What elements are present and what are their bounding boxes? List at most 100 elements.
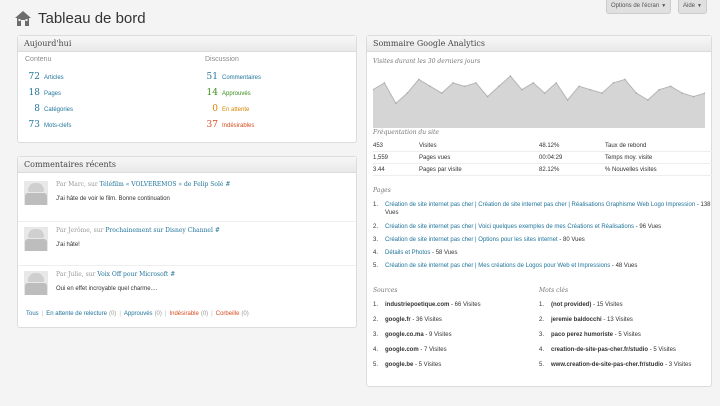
divider: | [211,311,213,317]
comment-permalink[interactable]: # [170,271,175,278]
today-panel-title[interactable]: Aujourd'hui [18,36,356,52]
stat-label: Temps moy. visite [605,155,653,161]
filter-count: (0) [241,311,249,317]
stat-label: Commentaires [222,75,262,81]
keyword-rank: 2. [539,317,545,323]
visits-point [440,92,443,94]
filter-spam[interactable]: Indésirable [169,311,198,317]
chevron-down-icon: ▼ [697,3,702,9]
visits-point [692,95,695,98]
page-views: - 80 Vues [557,237,585,243]
stat-label: % Nouvelles visites [605,167,657,173]
screen-options-button[interactable]: Options de l'écran ▼ [606,0,672,14]
stat-label: Pages vues [419,155,451,161]
filter-count: (0) [108,311,117,317]
visits-point [486,95,489,98]
visits-point [509,75,512,77]
filter-count: (0) [154,311,162,317]
stat-count: 8 [34,104,40,114]
comment-author: Par Marc, sur [56,181,98,188]
filter-approved[interactable]: Approuvés [124,311,153,317]
help-button[interactable]: Aide ▼ [678,0,707,14]
filter-pending[interactable]: En attente de relecture [46,311,107,317]
visits-point [624,78,626,81]
source-rank: 5. [373,362,379,368]
stat-value: 453 [373,143,384,149]
stat-count: 51 [206,72,218,82]
visits-point [406,92,409,94]
avatar [24,227,48,251]
comment-text: J'ai hâte! [56,242,80,248]
recent-comments-title[interactable]: Commentaires récents [18,157,356,173]
filter-count: (0) [200,311,209,317]
visits-point [681,92,683,94]
analytics-panel-title[interactable]: Sommaire Google Analytics [367,36,711,52]
stat-comments[interactable]: 51 Commentaires [200,72,261,82]
source-item: 1. industriepoetique.com - 66 Visites [373,301,481,309]
keyword-rank: 1. [539,302,545,308]
stat-spam[interactable]: 37 Indésirables [200,120,255,130]
filter-all[interactable]: Tous [26,311,39,317]
keyword-name: paco perez humoriste [551,332,614,338]
avatar [24,271,48,295]
source-item: 4. google.com - 7 Visites [373,346,447,354]
stat-articles[interactable]: 72 Articles [22,72,64,82]
stat-count: 0 [212,104,218,114]
visits-point [543,92,546,94]
stat-value: 48.12% [539,143,560,149]
keyword-name: creation-de-site-pas-cher.fr/studio [551,347,649,353]
keyword-visits: - 5 Visites [613,332,641,338]
title-bar: Tableau de bord Options de l'écran ▼ Aide… [0,0,720,34]
stats-row: 453 Visites 48.12% Taux de rebond [373,140,713,152]
visits-point [383,82,386,84]
source-name: google.co.ma [385,332,424,338]
stat-count: 72 [28,72,40,82]
page-link[interactable]: Création de site internet pas cher | Opt… [385,237,558,243]
stat-tags[interactable]: 73 Mots-clefs [22,120,72,130]
comment-post-link[interactable]: Prochainement sur Disney Channel [105,227,213,234]
stat-label: Articles [44,75,64,81]
page-link[interactable]: Détails et Photos [385,250,430,256]
keyword-visits: - 3 Visites [663,362,692,368]
divider [18,221,356,222]
comment-permalink[interactable]: # [215,227,220,234]
comment-item: Par Marc, sur Téléfilm « VOLVEREMOS » de… [18,177,356,217]
comment-permalink[interactable]: # [225,181,230,188]
analytics-panel: Sommaire Google Analytics Visites durant… [366,35,713,387]
comment-text: Oui en effet incroyable quel charme.... [56,286,158,292]
stat-pages[interactable]: 18 Pages [22,88,61,98]
page-rank: 4. [373,250,379,256]
stat-label: Taux de rebond [605,143,647,149]
page-views: - 58 Vues [430,250,458,256]
stat-label: Visites [419,143,437,149]
page-rank: 5. [373,263,379,269]
stat-value: 3.44 [373,167,385,173]
stat-count: 18 [28,88,40,98]
keyword-visits: - 15 Visites [591,302,623,308]
comment-text: J'ai hâte de voir le film. Bonne continu… [56,196,170,202]
stat-approved[interactable]: 14 Approuvés [200,88,251,98]
keyword-visits: - 13 Visites [601,317,633,323]
stats-row: 3.44 Pages par visite 82.12% % Nouvelles… [373,164,713,176]
filter-trash[interactable]: Corbeille [216,311,240,317]
stat-pending[interactable]: 0 En attente [200,104,249,114]
source-visits: - 9 Visites [423,332,452,338]
source-name: google.be [385,362,414,368]
comment-post-link[interactable]: Téléfilm « VOLVEREMOS » de Felip Solé [100,181,224,188]
stat-label: Catégories [44,107,74,113]
visits-point [635,92,638,94]
help-label: Aide [683,3,696,9]
comment-post-link[interactable]: Voix Off pour Microsoft [97,271,168,278]
page-link[interactable]: Création de site internet pas cher | Voi… [385,224,634,230]
keyword-visits: - 5 Visites [648,347,676,353]
page-rank: 2. [373,224,379,230]
page-link[interactable]: Création de site internet pas cher | Cré… [385,202,695,208]
stat-categories[interactable]: 8 Catégories [22,104,73,114]
visits-point [578,85,580,88]
visits-point [612,82,615,84]
stat-label: Pages par visite [419,167,462,173]
visits-point [532,82,535,84]
page-link[interactable]: Création de site internet pas cher | Mes… [385,263,610,269]
visits-point [498,85,500,88]
comment-filter-links: Tous | En attente de relecture (0) | Approuvé… [26,311,249,317]
